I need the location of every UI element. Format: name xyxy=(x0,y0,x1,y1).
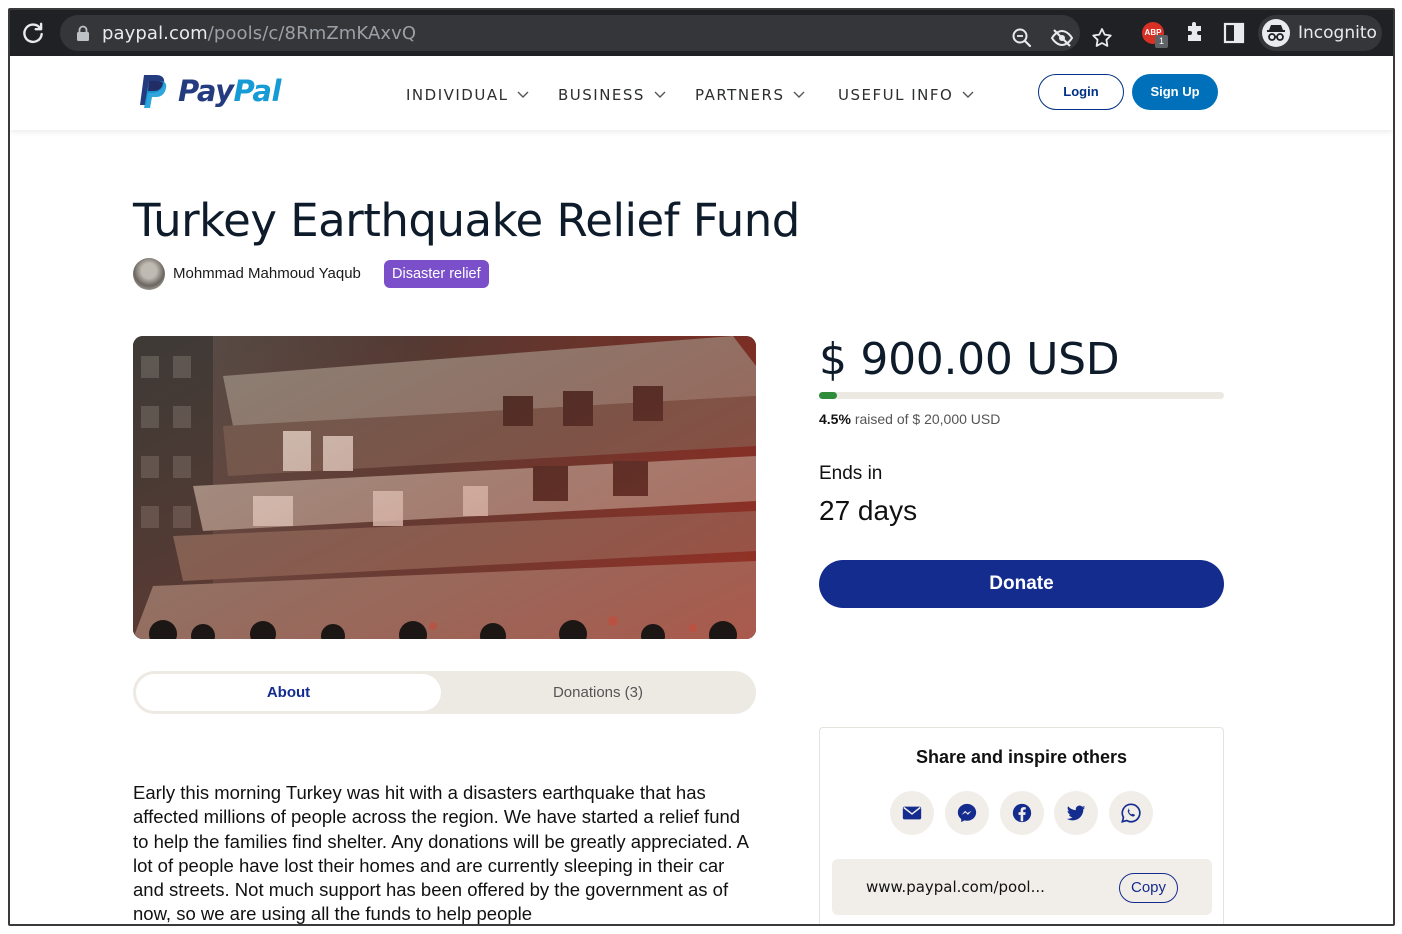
chevron-down-icon xyxy=(517,91,529,98)
reload-icon[interactable] xyxy=(20,20,46,46)
facebook-icon xyxy=(1012,803,1032,823)
tab-donations[interactable]: Donations (3) xyxy=(443,674,753,711)
raised-percent: 4.5% xyxy=(819,411,851,427)
email-icon xyxy=(902,806,922,820)
nav-business[interactable]: BUSINESS xyxy=(558,86,666,104)
adblock-extension-icon[interactable]: ABP 1 xyxy=(1142,22,1168,48)
pool-hero-image xyxy=(133,336,756,639)
url-text: paypal.com/pools/c/8RmZmKAxvQ xyxy=(102,23,417,44)
paypal-logo-icon[interactable] xyxy=(138,73,170,109)
amount-raised: $ 900.00 USD xyxy=(819,334,1120,385)
abp-count: 1 xyxy=(1155,35,1168,48)
browser-toolbar: paypal.com/pools/c/8RmZmKAxvQ ABP 1 Inco… xyxy=(10,10,1393,56)
zoom-icon[interactable] xyxy=(1010,26,1034,50)
share-email-button[interactable] xyxy=(890,791,934,835)
nav-partners[interactable]: PARTNERS xyxy=(695,86,805,104)
share-title: Share and inspire others xyxy=(915,747,1128,767)
side-panel-icon[interactable] xyxy=(1222,21,1246,45)
bookmark-star-icon[interactable] xyxy=(1090,26,1114,50)
share-whatsapp-button[interactable] xyxy=(1109,791,1153,835)
twitter-icon xyxy=(1066,805,1086,821)
progress-bar xyxy=(819,392,1224,399)
whatsapp-icon xyxy=(1121,803,1141,823)
incognito-icon xyxy=(1262,19,1290,47)
messenger-icon xyxy=(957,803,977,823)
chevron-down-icon xyxy=(654,91,666,98)
organizer-name: Mohmmad Mahmoud Yaqub xyxy=(173,265,361,282)
share-twitter-button[interactable] xyxy=(1054,791,1098,835)
progress-bar-fill xyxy=(819,392,837,399)
pool-description: Early this morning Turkey was hit with a… xyxy=(133,782,748,925)
pool-title: Turkey Earthquake Relief Fund xyxy=(133,194,800,247)
nav-individual-label: INDIVIDUAL xyxy=(406,86,509,104)
share-card: Share and inspire others www.paypal.com/… xyxy=(819,727,1224,924)
incognito-profile-button[interactable]: Incognito xyxy=(1258,15,1382,51)
share-messenger-button[interactable] xyxy=(945,791,989,835)
lock-icon xyxy=(77,25,89,41)
chevron-down-icon xyxy=(962,91,974,98)
site-header: PayPal INDIVIDUAL BUSINESS PARTNERS USEF… xyxy=(10,56,1393,130)
organizer-avatar xyxy=(133,258,165,290)
paypal-logo-text[interactable]: PayPal xyxy=(178,74,281,108)
extensions-puzzle-icon[interactable] xyxy=(1183,21,1207,45)
pool-tabs: About Donations (3) xyxy=(133,671,756,714)
browser-window: paypal.com/pools/c/8RmZmKAxvQ ABP 1 Inco… xyxy=(8,8,1395,926)
nav-business-label: BUSINESS xyxy=(558,86,645,104)
share-link-text[interactable]: www.paypal.com/pool... xyxy=(866,878,1045,896)
address-bar[interactable]: paypal.com/pools/c/8RmZmKAxvQ xyxy=(60,15,1112,51)
nav-individual[interactable]: INDIVIDUAL xyxy=(406,86,529,104)
category-badge[interactable]: Disaster relief xyxy=(384,260,489,288)
nav-useful-info-label: USEFUL INFO xyxy=(838,86,954,104)
ends-in-value: 27 days xyxy=(819,495,918,526)
copy-link-button[interactable]: Copy xyxy=(1119,873,1178,903)
signup-button[interactable]: Sign Up xyxy=(1132,74,1218,110)
eye-off-icon[interactable] xyxy=(1050,26,1074,50)
share-link-box: www.paypal.com/pool... Copy xyxy=(832,859,1212,915)
login-button[interactable]: Login xyxy=(1038,74,1124,110)
raised-goal: raised of $ 20,000 USD xyxy=(854,411,1001,427)
raised-summary: 4.5% raised of $ 20,000 USD xyxy=(819,411,1000,427)
incognito-label: Incognito xyxy=(1298,23,1377,43)
donate-button[interactable]: Donate xyxy=(819,560,1224,608)
tab-about[interactable]: About xyxy=(136,674,441,711)
share-facebook-button[interactable] xyxy=(1000,791,1044,835)
ends-in-label: Ends in xyxy=(819,463,883,484)
chevron-down-icon xyxy=(793,91,805,98)
nav-partners-label: PARTNERS xyxy=(695,86,785,104)
nav-useful-info[interactable]: USEFUL INFO xyxy=(838,86,974,104)
